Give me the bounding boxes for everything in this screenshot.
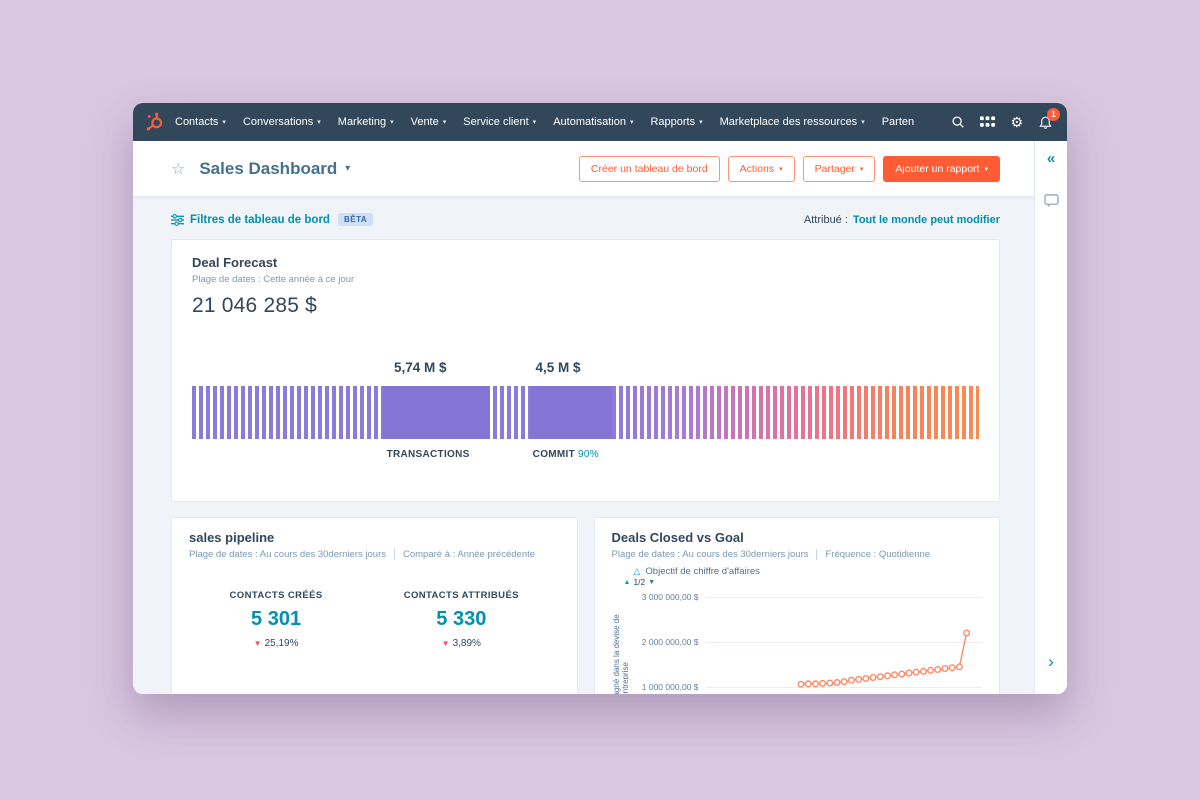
commit-percentage: 90% (578, 449, 599, 460)
chevron-down-icon: ▾ (317, 118, 321, 126)
nav-item-partenaires[interactable]: Parten (882, 116, 914, 128)
transactions-amount-label: 5,74 M $ (394, 360, 447, 375)
chevron-down-icon: ▾ (345, 163, 350, 174)
chevron-down-icon: ▾ (222, 118, 226, 126)
goal-triangle-icon: △ (634, 566, 641, 577)
create-dashboard-button[interactable]: Créer un tableau de bord (579, 156, 720, 182)
pipeline-metrics: CONTACTS CRÉÉS 5 301 ▼25,19% CONTACTS AT… (189, 590, 560, 649)
sales-pipeline-card: sales pipeline Plage de dates : Au cours… (171, 517, 578, 694)
card-title: Deal Forecast (192, 255, 979, 270)
nav-menu: Contacts▾ Conversations▾ Marketing▾ Vent… (175, 116, 939, 128)
forecast-bar-zone: 5,74 M $ 4,5 M $ TRANSACTIONS COMMIT90% (192, 360, 979, 469)
chevron-down-icon: ▾ (779, 165, 783, 173)
triangle-down-icon: ▼ (442, 639, 450, 648)
chevron-down-icon: ▾ (984, 165, 988, 173)
card-date-range: Plage de dates : Cette année à ce jour (192, 274, 354, 285)
card-title: sales pipeline (189, 530, 560, 545)
deals-closed-card: Deals Closed vs Goal Plage de dates : Au… (594, 517, 1001, 694)
transactions-segment[interactable] (383, 386, 490, 439)
nav-item-contacts[interactable]: Contacts▾ (175, 116, 226, 128)
filter-sliders-icon (171, 214, 184, 226)
forecast-total-amount: 21 046 285 $ (192, 294, 979, 318)
chevron-down-icon: ▾ (860, 165, 864, 173)
filter-row: Filtres de tableau de bord BÊTA Attribué… (171, 213, 1000, 226)
search-icon[interactable] (951, 115, 965, 129)
chevron-down-icon: ▾ (861, 118, 865, 126)
body-row: ☆ Sales Dashboard ▾ Créer un tableau de … (133, 141, 1067, 694)
app-window: Contacts▾ Conversations▾ Marketing▾ Vent… (133, 103, 1067, 694)
y-axis-label: gagné dans la devise de l'entreprise (612, 589, 628, 694)
nav-item-automatisation[interactable]: Automatisation▾ (553, 116, 633, 128)
dashboard-filters-link[interactable]: Filtres de tableau de bord (171, 214, 330, 226)
actions-button[interactable]: Actions▾ (728, 156, 795, 182)
assigned-label: Attribué : (804, 214, 848, 226)
dashboard-header: ☆ Sales Dashboard ▾ Créer un tableau de … (133, 141, 1034, 197)
transactions-caption: TRANSACTIONS (387, 449, 470, 460)
beta-badge: BÊTA (338, 213, 373, 226)
collapse-panel-icon[interactable]: « (1047, 151, 1055, 166)
hubspot-logo-icon[interactable] (145, 112, 165, 132)
nav-item-marketplace[interactable]: Marketplace des ressources▾ (720, 116, 865, 128)
nav-item-marketing[interactable]: Marketing▾ (338, 116, 394, 128)
chevron-down-icon: ▾ (390, 118, 394, 126)
favorite-star-icon[interactable]: ☆ (171, 159, 185, 179)
comments-icon[interactable] (1044, 194, 1059, 208)
triangle-down-icon: ▼ (254, 639, 262, 648)
expand-chevron-icon[interactable]: › (1048, 653, 1054, 670)
notification-count-badge: 1 (1047, 108, 1060, 121)
deals-line-chart (706, 589, 998, 694)
commit-segment[interactable] (530, 386, 612, 439)
nav-item-vente[interactable]: Vente▾ (411, 116, 447, 128)
deals-chart-plot: 3 000 000,00 $ 2 000 000,00 $ 1 000 000,… (628, 589, 983, 694)
header-buttons: Créer un tableau de bord Actions▾ Partag… (579, 156, 1000, 182)
chevron-down-icon: ▾ (443, 118, 447, 126)
metric-contacts-assigned: CONTACTS ATTRIBUÉS 5 330 ▼3,89% (404, 590, 519, 649)
chart-legend: △ Objectif de chiffre d'affaires (634, 566, 983, 577)
share-button[interactable]: Partager▾ (803, 156, 876, 182)
main-column: ☆ Sales Dashboard ▾ Créer un tableau de … (133, 141, 1034, 694)
nav-item-rapports[interactable]: Rapports▾ (650, 116, 702, 128)
card-frequency: Fréquence : Quotidienne (825, 549, 930, 560)
legend-pager: ▲ 1/2 ▼ (624, 578, 983, 587)
bottom-cards-row: sales pipeline Plage de dates : Au cours… (171, 517, 1000, 694)
chevron-down-icon: ▾ (699, 118, 703, 126)
commit-caption: COMMIT90% (533, 449, 599, 460)
dashboard-content: Filtres de tableau de bord BÊTA Attribué… (133, 197, 1034, 694)
card-title: Deals Closed vs Goal (612, 530, 983, 545)
pager-down-icon[interactable]: ▼ (648, 578, 655, 587)
chevron-down-icon: ▾ (630, 118, 634, 126)
nav-icon-group: ⚙ 1 (951, 115, 1053, 130)
pager-up-icon[interactable]: ▲ (624, 578, 631, 587)
deal-forecast-card: Deal Forecast Plage de dates : Cette ann… (171, 239, 1000, 502)
deals-chart-area: gagné dans la devise de l'entreprise 3 0… (612, 589, 983, 694)
metric-contacts-created: CONTACTS CRÉÉS 5 301 ▼25,19% (230, 590, 323, 649)
apps-grid-icon[interactable] (980, 116, 995, 128)
subtitle-divider (816, 549, 817, 560)
nav-item-service-client[interactable]: Service client▾ (463, 116, 536, 128)
nav-item-conversations[interactable]: Conversations▾ (243, 116, 321, 128)
card-date-range: Plage de dates : Au cours des 30derniers… (189, 549, 386, 560)
add-report-button[interactable]: Ajouter un rapport▾ (883, 156, 1000, 182)
notifications-bell-icon[interactable]: 1 (1038, 115, 1053, 130)
card-compare: Comparé à : Année précédente (403, 549, 535, 560)
chevron-down-icon: ▾ (533, 118, 537, 126)
card-date-range: Plage de dates : Au cours des 30derniers… (612, 549, 809, 560)
top-navbar: Contacts▾ Conversations▾ Marketing▾ Vent… (133, 103, 1067, 141)
commit-amount-label: 4,5 M $ (535, 360, 580, 375)
forecast-stripe-bar[interactable] (192, 386, 979, 439)
pager-count: 1/2 (633, 578, 645, 587)
right-rail: « › (1034, 141, 1067, 694)
subtitle-divider (394, 549, 395, 560)
settings-gear-icon[interactable]: ⚙ (1010, 115, 1023, 129)
assigned-permission-link[interactable]: Tout le monde peut modifier (853, 214, 1000, 226)
page-title[interactable]: Sales Dashboard (199, 159, 337, 179)
